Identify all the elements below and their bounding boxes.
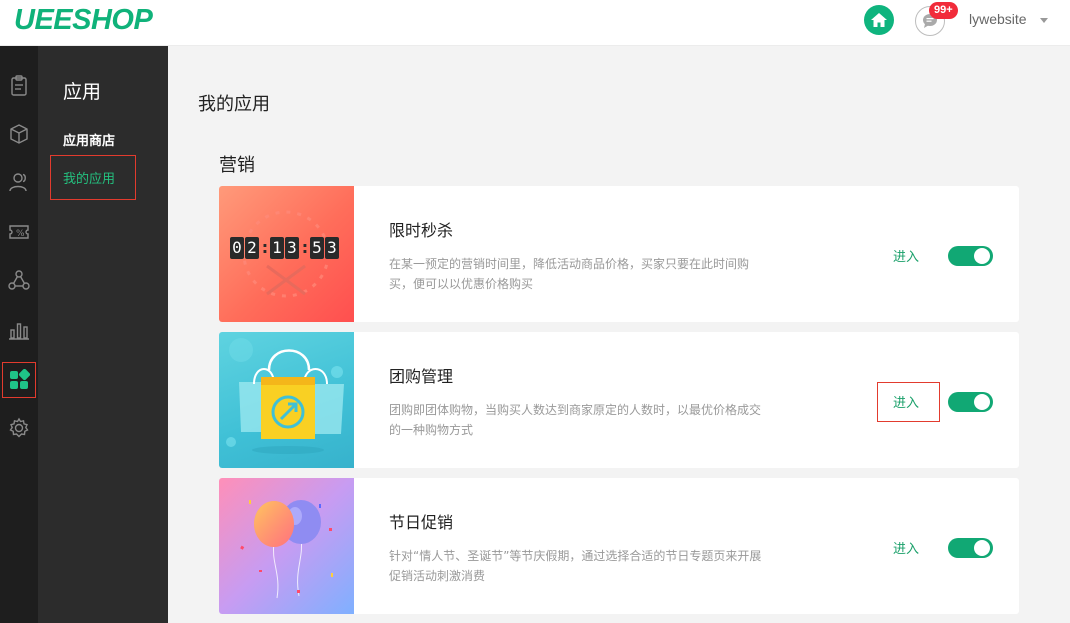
enter-link[interactable]: 进入 — [893, 392, 919, 411]
users-icon — [9, 173, 27, 192]
chevron-down-icon[interactable] — [1040, 18, 1048, 23]
app-toggle[interactable] — [948, 392, 993, 412]
enter-link[interactable]: 进入 — [893, 246, 919, 265]
clipboard-icon — [11, 75, 27, 96]
clock-digit: 1 — [270, 237, 284, 259]
enter-link[interactable]: 进入 — [893, 538, 919, 557]
page-title: 我的应用 — [198, 94, 270, 115]
rail-item-settings[interactable] — [0, 408, 38, 448]
apps-icon — [10, 369, 30, 389]
balloons-icon — [240, 500, 333, 599]
clock-separator: : — [301, 238, 309, 257]
app-card-holiday-promo: 节日促销 针对“情人节、圣诞节”等节庆假期，通过选择合适的节日专题页来开展促销活… — [219, 478, 1019, 614]
home-icon — [871, 13, 887, 27]
app-description: 在某一预定的营销时间里，降低活动商品价格，买家只要在此时间购买，便可以以优惠价格… — [389, 257, 750, 291]
rail-item-statistics[interactable] — [0, 310, 38, 350]
app-toggle[interactable] — [948, 246, 993, 266]
clock-digit: 2 — [245, 237, 259, 259]
app-description: 针对“情人节、圣诞节”等节庆假期，通过选择合适的节日专题页来开展促销活动刺激消费 — [389, 549, 762, 583]
svg-text:%: % — [16, 229, 25, 239]
app-name: 限时秒杀 — [389, 221, 454, 240]
rail-item-apps[interactable] — [0, 360, 38, 400]
network-icon — [8, 270, 30, 290]
app-description: 团购即团体购物，当购买人数达到商家原定的人数时，以最优价格成交的一种购物方式 — [389, 403, 762, 437]
top-bar: UEESHOP 99+ lywebsite — [0, 0, 1070, 46]
home-button[interactable] — [864, 5, 894, 35]
app-card-flash-sale: 0 2 : 1 3 : 5 3 限时秒杀 在某一预定的营销时间里，降低活动商品价… — [219, 186, 1019, 322]
app-card-group-buy: 团购管理 团购即团体购物，当购买人数达到商家原定的人数时，以最优价格成交的一种购… — [219, 332, 1019, 468]
group-buy-image — [219, 332, 354, 468]
app-name: 节日促销 — [389, 513, 454, 532]
flash-sale-image: 0 2 : 1 3 : 5 3 — [219, 186, 354, 322]
section-title: 营销 — [219, 155, 255, 176]
rail-item-customers[interactable] — [0, 162, 38, 202]
rail-item-products[interactable] — [0, 114, 38, 154]
username[interactable]: lywebsite — [969, 11, 1027, 27]
secondary-sidebar: 应用 应用商店 我的应用 — [38, 46, 168, 623]
box-icon — [10, 124, 28, 144]
bar-chart-icon — [9, 323, 29, 340]
app-toggle[interactable] — [948, 538, 993, 558]
clock-digit: 3 — [285, 237, 299, 259]
sidebar-title: 应用 — [63, 81, 102, 103]
clock-digit: 5 — [310, 237, 324, 259]
rail-item-orders[interactable] — [0, 66, 38, 106]
gear-icon — [9, 417, 29, 438]
rail-item-distribution[interactable] — [0, 260, 38, 300]
clock-digit: 3 — [325, 237, 339, 259]
notification-badge: 99+ — [929, 2, 958, 19]
holiday-promo-image — [219, 478, 354, 614]
coupon-icon: % — [9, 225, 29, 239]
clock-digit: 0 — [230, 237, 244, 259]
countdown-clock: 0 2 : 1 3 : 5 3 — [230, 237, 340, 259]
icon-rail: % — [0, 46, 38, 623]
shopping-bag-icon — [226, 338, 344, 454]
logo[interactable]: UEESHOP — [14, 4, 153, 37]
clock-separator: : — [261, 238, 269, 257]
sidebar-item-my-apps[interactable]: 我的应用 — [63, 168, 115, 187]
app-name: 团购管理 — [389, 367, 454, 386]
sidebar-item-app-store[interactable]: 应用商店 — [63, 130, 115, 149]
rail-item-marketing[interactable]: % — [0, 212, 38, 252]
